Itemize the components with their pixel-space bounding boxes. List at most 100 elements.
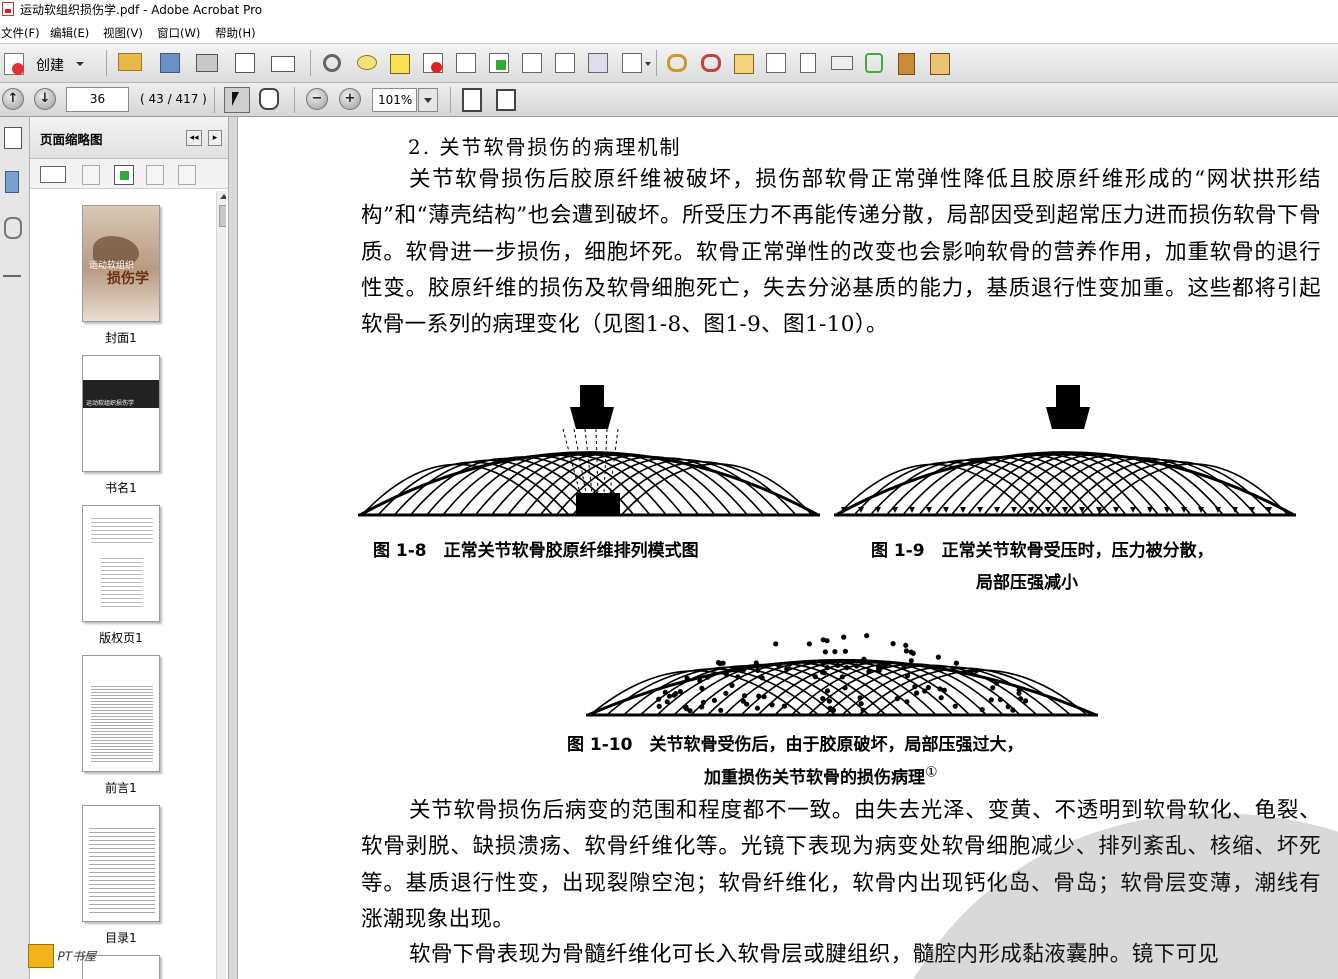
damaged-cell-dot: [755, 667, 761, 673]
collagen-arch: [1064, 459, 1257, 516]
search-document-icon[interactable]: [456, 53, 476, 73]
signatures-icon[interactable]: [3, 263, 21, 277]
menu-file[interactable]: 文件(F): [1, 25, 40, 41]
pressure-line: [609, 428, 619, 494]
insert-page-icon[interactable]: [114, 165, 134, 185]
delete-page-icon[interactable]: [423, 53, 443, 73]
select-tool-button[interactable]: [224, 87, 250, 113]
form-fill-icon[interactable]: [930, 53, 950, 75]
site-logo: PT书屋: [28, 944, 96, 968]
damaged-cell-dot: [662, 689, 668, 695]
force-arrow: [1113, 507, 1119, 513]
rotate-page-icon[interactable]: [146, 165, 164, 185]
menu-edit[interactable]: 编辑(E): [50, 25, 89, 41]
zoom-out-button[interactable]: −: [306, 88, 328, 110]
page-number-input[interactable]: 36: [66, 87, 129, 112]
damaged-cell-dot: [894, 696, 900, 702]
stamp-icon[interactable]: [734, 54, 754, 74]
link-icon[interactable]: [667, 54, 687, 72]
edit-document-icon[interactable]: [235, 53, 255, 73]
create-button[interactable]: 创建: [2, 50, 86, 76]
damaged-cell-dot: [890, 641, 896, 647]
export-page-icon[interactable]: [489, 53, 509, 73]
damaged-cell-dot: [812, 674, 818, 680]
panel-splitter[interactable]: [228, 117, 238, 979]
blank-page-icon[interactable]: [800, 53, 816, 73]
create-label: 创建: [36, 58, 64, 74]
damaged-cell-dot: [666, 693, 672, 699]
damaged-cell-dot: [699, 685, 705, 691]
pressure-line: [595, 428, 599, 494]
damaged-cell-dot: [925, 684, 931, 691]
zoom-in-button[interactable]: +: [339, 88, 361, 110]
damaged-cell-dot: [952, 703, 958, 709]
damaged-cell-dot: [687, 708, 693, 714]
bookmarks-icon[interactable]: [5, 171, 19, 193]
navigation-pane-strip: [0, 117, 30, 979]
page-options-icon[interactable]: [622, 53, 642, 73]
signature-icon[interactable]: [865, 53, 883, 73]
collapse-panel-button[interactable]: ◂◂: [186, 130, 202, 146]
settings-gear-icon[interactable]: [323, 54, 341, 72]
open-folder-icon[interactable]: [118, 53, 142, 71]
damaged-cell-dot: [673, 691, 679, 697]
save-icon[interactable]: [160, 53, 180, 73]
figure-1-10: [586, 633, 1098, 717]
figure-1-10-caption-line2: 加重损伤关节软骨的损伤病理①: [704, 763, 938, 788]
bone-block: [576, 493, 620, 515]
damaged-cell-dot: [735, 674, 741, 680]
edit-page-icon[interactable]: [522, 53, 542, 73]
thumbnail-scrollbar[interactable]: [216, 191, 226, 979]
thumbnail-cover[interactable]: 运动软组织 损伤学: [82, 205, 160, 322]
damaged-cell-dot: [820, 696, 826, 702]
thumbnail-toc[interactable]: [82, 805, 160, 922]
scroll-up-icon[interactable]: [220, 194, 226, 199]
damaged-cell-dot: [699, 704, 705, 710]
thumbnail-title-page[interactable]: 运动软组织损伤学: [82, 355, 160, 472]
damaged-cell-dot: [835, 662, 841, 668]
previous-page-button[interactable]: ↑: [2, 88, 24, 110]
footnote-mark: ①: [925, 764, 938, 781]
book-icon[interactable]: [898, 53, 915, 75]
menu-window[interactable]: 窗口(W): [157, 25, 200, 41]
damaged-cell-dot: [1023, 698, 1029, 704]
page-thumbnails-icon[interactable]: [4, 127, 22, 149]
zoom-field[interactable]: 101%: [372, 88, 417, 112]
damaged-cell-dot: [1018, 696, 1024, 702]
create-pdf-icon: [4, 53, 24, 75]
delete-page-icon[interactable]: [82, 165, 100, 185]
fit-page-icon[interactable]: [462, 88, 482, 112]
hand-tool-icon[interactable]: [259, 88, 279, 110]
menu-view[interactable]: 视图(V): [103, 25, 143, 41]
thumbnail-options-icon[interactable]: [40, 166, 66, 183]
chevron-down-icon[interactable]: [645, 62, 651, 66]
comment-icon[interactable]: [357, 55, 377, 70]
highlight-icon[interactable]: [390, 54, 410, 74]
email-icon[interactable]: [271, 56, 295, 72]
damaged-cell-dot: [844, 665, 850, 671]
next-page-button[interactable]: ↓: [34, 88, 56, 110]
document-properties-icon[interactable]: [766, 53, 786, 73]
damaged-cell-dot: [1016, 690, 1022, 696]
print-page-icon[interactable]: [178, 165, 196, 185]
damaged-cell-dot: [824, 665, 830, 671]
attachments-icon[interactable]: [4, 217, 22, 239]
form-icon[interactable]: [555, 53, 575, 73]
menu-help[interactable]: 帮助(H): [215, 25, 256, 41]
thumbnail-list: 运动软组织 损伤学 封面1 运动软组织损伤学 书名1 版权页1 前言1 目录1: [38, 191, 226, 979]
thumbnail-copyright-page[interactable]: [82, 505, 160, 622]
full-screen-icon[interactable]: [496, 89, 516, 111]
print-icon[interactable]: [196, 54, 218, 72]
scroll-thumb[interactable]: [219, 205, 226, 227]
damaged-cell-dot: [715, 660, 722, 666]
thumbnail-preface[interactable]: [82, 655, 160, 772]
copy-pages-icon[interactable]: [588, 53, 608, 73]
zoom-dropdown-button[interactable]: [418, 88, 438, 112]
figure-1-9-caption-line2: 局部压强减小: [976, 573, 1078, 593]
panel-options-button[interactable]: ▸: [208, 130, 222, 146]
scan-icon[interactable]: [831, 56, 853, 70]
unlink-icon[interactable]: [701, 54, 721, 72]
damaged-cell-dot: [953, 660, 959, 666]
damaged-cell-dot: [842, 648, 848, 654]
damaged-cell-dot: [729, 682, 735, 688]
